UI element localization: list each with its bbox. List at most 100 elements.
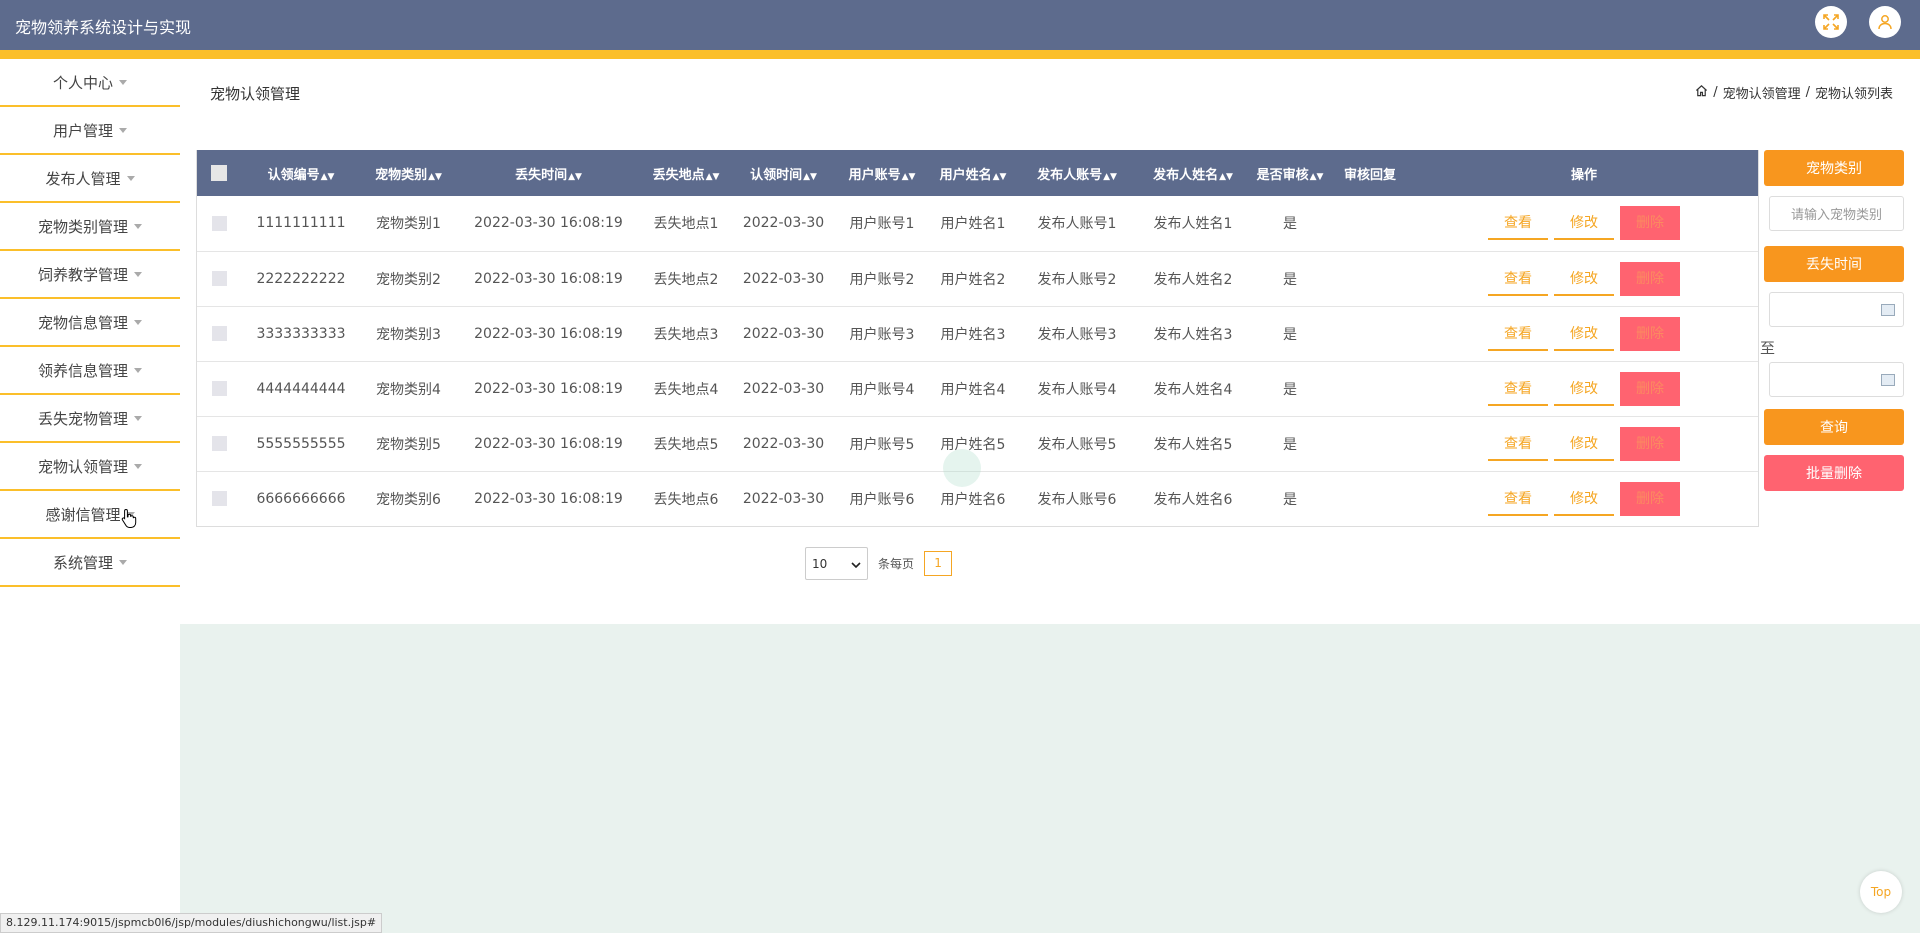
sidebar-item-personal-center[interactable]: 个人中心 bbox=[0, 59, 180, 107]
view-button[interactable]: 查看 bbox=[1488, 316, 1548, 351]
column-header-sortable[interactable]: 发布人姓名▲▼ bbox=[1136, 150, 1250, 196]
sidebar-item-label: 领养信息管理 bbox=[37, 361, 128, 380]
view-button[interactable]: 查看 bbox=[1488, 426, 1548, 461]
column-header: 审核回复 bbox=[1343, 167, 1396, 183]
view-button[interactable]: 查看 bbox=[1488, 371, 1548, 406]
sidebar-item-thank-you-letter-management[interactable]: 感谢信管理 bbox=[0, 491, 180, 539]
row-checkbox[interactable] bbox=[211, 491, 227, 507]
lost-time-start-input[interactable] bbox=[1769, 292, 1904, 327]
home-icon[interactable] bbox=[1695, 84, 1708, 101]
publisher-account-cell: 发布人账号5 bbox=[1037, 436, 1117, 453]
calendar-icon[interactable] bbox=[1881, 373, 1895, 386]
claim-time-cell: 2022-03-30 bbox=[742, 270, 825, 287]
sort-icon: ▲▼ bbox=[705, 171, 720, 182]
sidebar-item-label: 感谢信管理 bbox=[45, 505, 121, 524]
publisher-account-cell: 发布人账号6 bbox=[1037, 491, 1117, 508]
reviewed-cell: 是 bbox=[1283, 436, 1297, 453]
publisher-name-cell: 发布人姓名5 bbox=[1153, 436, 1233, 453]
pet-category-label-button[interactable]: 宠物类别 bbox=[1764, 150, 1904, 186]
select-all-checkbox[interactable] bbox=[211, 165, 227, 181]
edit-button[interactable]: 修改 bbox=[1554, 316, 1614, 351]
sidebar-item-label: 宠物类别管理 bbox=[37, 217, 128, 236]
edit-button[interactable]: 修改 bbox=[1554, 206, 1614, 241]
row-checkbox[interactable] bbox=[211, 436, 227, 451]
claim-time-cell: 2022-03-30 bbox=[742, 215, 825, 232]
page-size-select[interactable]: 10 bbox=[805, 547, 868, 580]
edit-button[interactable]: 修改 bbox=[1554, 426, 1614, 461]
pet-category-cell: 宠物类别5 bbox=[376, 436, 441, 453]
delete-button[interactable]: 删除 bbox=[1620, 426, 1680, 461]
header-accent-stripe bbox=[0, 50, 1920, 59]
view-button[interactable]: 查看 bbox=[1488, 261, 1548, 296]
breadcrumb-section[interactable]: 宠物认领管理 bbox=[1723, 83, 1801, 102]
lost-time-end-input[interactable] bbox=[1769, 362, 1904, 397]
column-header-sortable[interactable]: 丢失时间▲▼ bbox=[456, 150, 641, 196]
publisher-account-cell: 发布人账号1 bbox=[1037, 216, 1117, 233]
sidebar-item-publisher-management[interactable]: 发布人管理 bbox=[0, 155, 180, 203]
caret-down-icon bbox=[134, 367, 142, 373]
breadcrumb-separator: / bbox=[1713, 85, 1718, 100]
user-account-cell: 用户账号3 bbox=[849, 326, 915, 343]
row-checkbox[interactable] bbox=[211, 326, 227, 341]
actions-cell: 查看 修改 删除 bbox=[1410, 196, 1758, 251]
delete-button[interactable]: 删除 bbox=[1620, 261, 1680, 296]
search-button[interactable]: 查询 bbox=[1764, 409, 1904, 445]
publisher-name-cell: 发布人姓名6 bbox=[1153, 491, 1233, 508]
row-checkbox[interactable] bbox=[211, 271, 227, 286]
lost-time-label-button[interactable]: 丢失时间 bbox=[1764, 246, 1904, 282]
claim-id-cell: 6666666666 bbox=[256, 490, 346, 507]
claim-time-cell: 2022-03-30 bbox=[742, 380, 825, 397]
sidebar-item-pet-info-management[interactable]: 宠物信息管理 bbox=[0, 299, 180, 347]
table-row: 1111111111 宠物类别1 2022-03-30 16:08:19 丢失地… bbox=[197, 196, 1758, 251]
sidebar-item-lost-pet-management[interactable]: 丢失宠物管理 bbox=[0, 395, 180, 443]
sidebar-item-pet-category-management[interactable]: 宠物类别管理 bbox=[0, 203, 180, 251]
app-title: 宠物领养系统设计与实现 bbox=[15, 18, 192, 37]
column-header-sortable[interactable]: 认领编号▲▼ bbox=[241, 150, 361, 196]
sidebar-item-pet-claim-management[interactable]: 宠物认领管理 bbox=[0, 443, 180, 491]
column-header-sortable[interactable]: 认领时间▲▼ bbox=[731, 150, 836, 196]
content-background bbox=[180, 624, 1920, 933]
expand-icon[interactable] bbox=[1815, 6, 1847, 38]
column-header-sortable[interactable]: 丢失地点▲▼ bbox=[641, 150, 731, 196]
column-header-sortable[interactable]: 是否审核▲▼ bbox=[1250, 150, 1330, 196]
view-button[interactable]: 查看 bbox=[1488, 206, 1548, 241]
publisher-account-cell: 发布人账号3 bbox=[1037, 326, 1117, 343]
user-account-cell: 用户账号6 bbox=[849, 491, 915, 508]
column-header-sortable[interactable]: 用户账号▲▼ bbox=[836, 150, 928, 196]
view-button[interactable]: 查看 bbox=[1488, 481, 1548, 516]
table-row: 4444444444 宠物类别4 2022-03-30 16:08:19 丢失地… bbox=[197, 361, 1758, 416]
delete-button[interactable]: 删除 bbox=[1620, 316, 1680, 351]
click-ripple bbox=[943, 449, 981, 487]
delete-button[interactable]: 删除 bbox=[1620, 206, 1680, 241]
lost-time-cell: 2022-03-30 16:08:19 bbox=[474, 380, 623, 397]
sidebar-item-system-management[interactable]: 系统管理 bbox=[0, 539, 180, 587]
column-header-sortable[interactable]: 用户姓名▲▼ bbox=[928, 150, 1018, 196]
date-range-separator: 至 bbox=[1760, 339, 1776, 357]
delete-button[interactable]: 删除 bbox=[1620, 371, 1680, 406]
calendar-icon[interactable] bbox=[1881, 303, 1895, 316]
claim-id-cell: 4444444444 bbox=[256, 380, 346, 397]
row-checkbox[interactable] bbox=[211, 215, 227, 231]
user-name-cell: 用户姓名3 bbox=[940, 326, 1006, 343]
row-checkbox[interactable] bbox=[211, 381, 227, 396]
lost-location-cell: 丢失地点2 bbox=[653, 271, 719, 288]
breadcrumb-current: 宠物认领列表 bbox=[1814, 87, 1893, 102]
back-to-top-button[interactable]: Top bbox=[1860, 871, 1902, 913]
edit-button[interactable]: 修改 bbox=[1554, 371, 1614, 406]
edit-button[interactable]: 修改 bbox=[1554, 481, 1614, 516]
page-number-current[interactable]: 1 bbox=[924, 551, 953, 576]
column-header-sortable[interactable]: 宠物类别▲▼ bbox=[361, 150, 456, 196]
sidebar-item-user-management[interactable]: 用户管理 bbox=[0, 107, 180, 155]
column-header-sortable[interactable]: 发布人账号▲▼ bbox=[1018, 150, 1136, 196]
sidebar-item-adoption-info-management[interactable]: 领养信息管理 bbox=[0, 347, 180, 395]
breadcrumb: / 宠物认领管理 / 宠物认领列表 bbox=[1695, 83, 1893, 102]
sidebar-item-feeding-tutorial-management[interactable]: 饲养教学管理 bbox=[0, 251, 180, 299]
user-icon[interactable] bbox=[1869, 6, 1901, 38]
batch-delete-button[interactable]: 批量删除 bbox=[1764, 455, 1904, 491]
delete-button[interactable]: 删除 bbox=[1620, 481, 1680, 516]
caret-down-icon bbox=[126, 175, 135, 181]
edit-button[interactable]: 修改 bbox=[1554, 261, 1614, 296]
publisher-name-cell: 发布人姓名1 bbox=[1153, 216, 1233, 233]
status-bar-url: 8.129.11.174:9015/jspmcb0l6/jsp/modules/… bbox=[0, 913, 383, 933]
pet-category-input[interactable]: 请输入宠物类别 bbox=[1769, 196, 1904, 231]
